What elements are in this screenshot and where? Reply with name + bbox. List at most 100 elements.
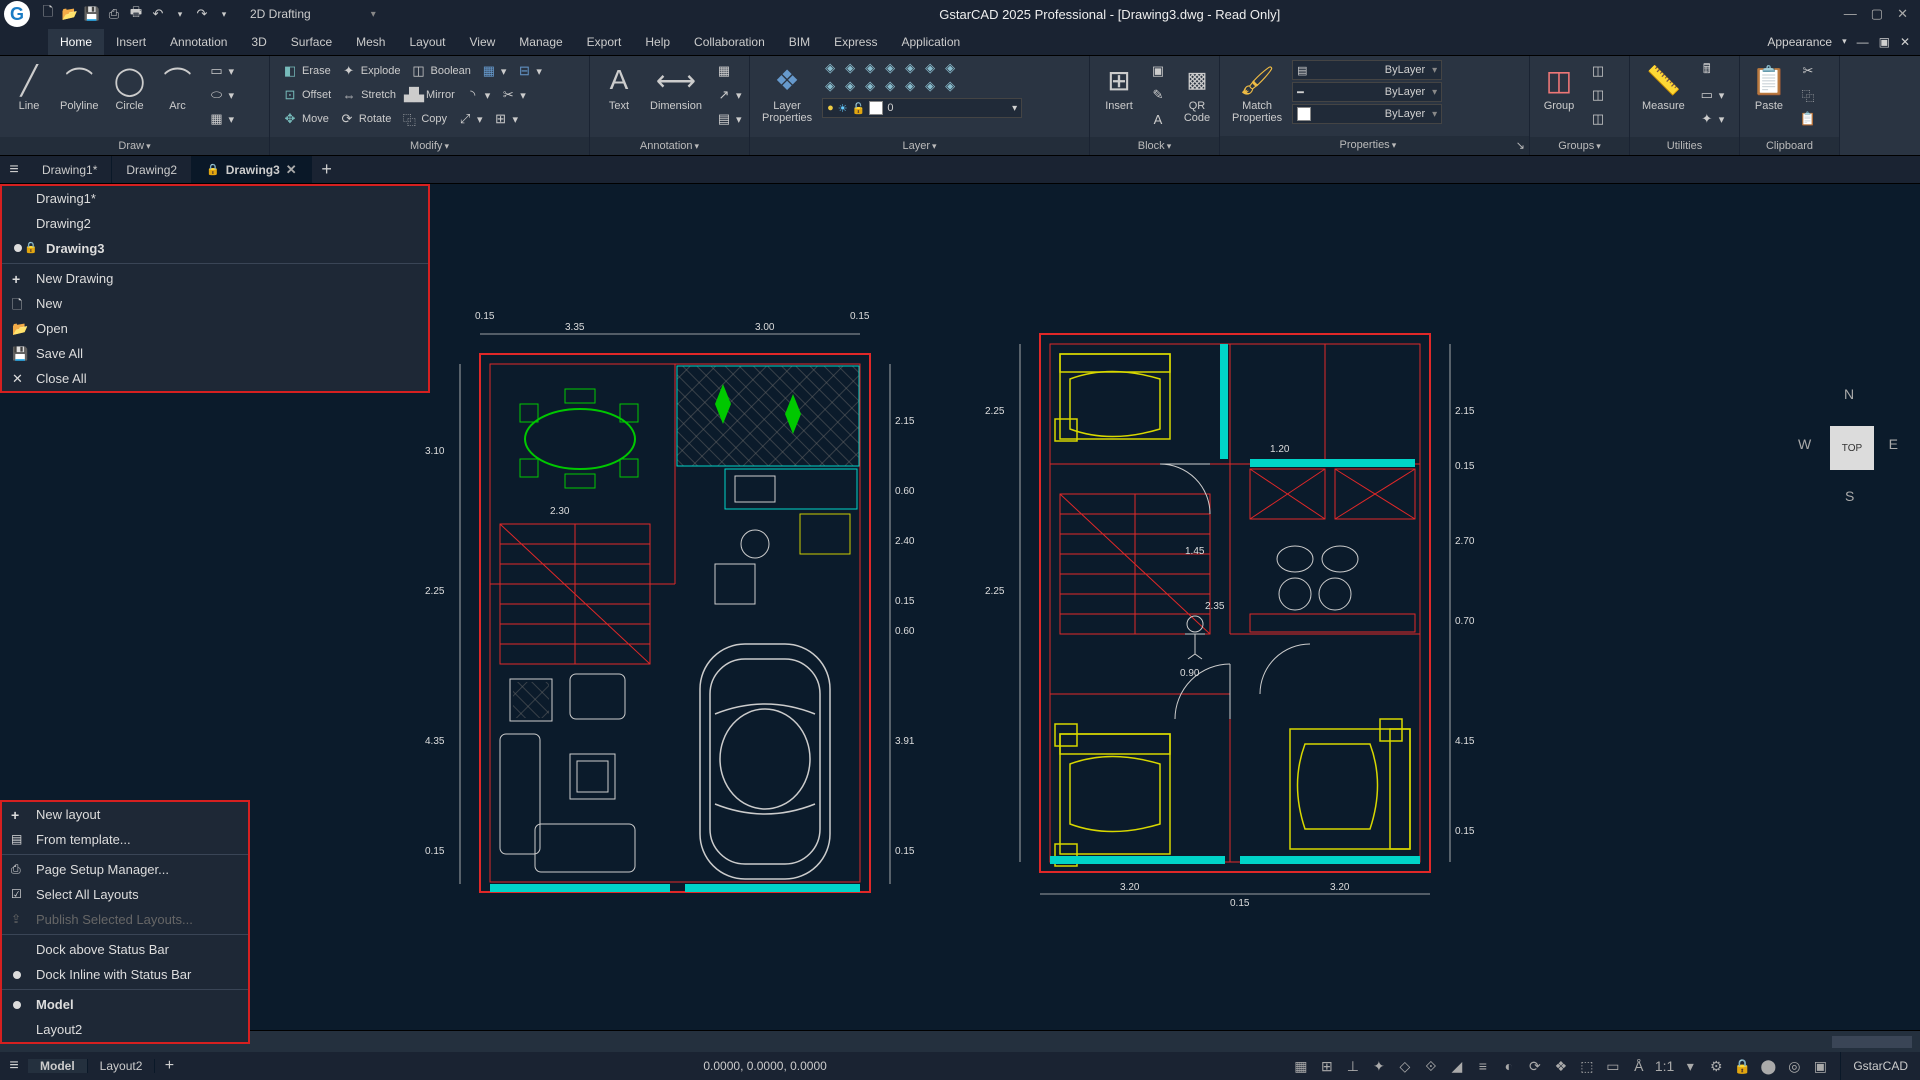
hatch-button[interactable]: ▦▾	[205, 108, 239, 130]
tab-list-button[interactable]: ≡	[0, 156, 28, 183]
redo-dropdown-icon[interactable]: ▾	[216, 6, 232, 22]
app-logo[interactable]: G	[4, 1, 30, 27]
viewcube-west[interactable]: W	[1798, 436, 1811, 452]
doclist-close-all[interactable]: ✕Close All	[2, 366, 428, 391]
color-combo[interactable]: ▤ByLayer	[1292, 60, 1442, 80]
ctx-from-template[interactable]: ▤From template...	[2, 827, 248, 852]
measure-button[interactable]: 📏Measure	[1638, 60, 1689, 114]
command-line[interactable]	[0, 1030, 1920, 1052]
3dosnap-icon[interactable]: ❖	[1551, 1056, 1571, 1076]
boolean-button[interactable]: ◫Boolean	[407, 60, 475, 82]
ellipse-button[interactable]: ⬭▾	[205, 84, 239, 106]
insert-button[interactable]: ⊞Insert	[1098, 60, 1140, 114]
scale-label[interactable]: 1:1	[1655, 1056, 1674, 1076]
block-edit-button[interactable]: ✎	[1146, 84, 1170, 106]
layer-on-icon[interactable]: ◈	[922, 60, 938, 76]
annoscale-icon[interactable]: Å	[1629, 1056, 1649, 1076]
layout-add-button[interactable]: +	[155, 1057, 183, 1075]
layer-match-icon[interactable]: ◈	[942, 60, 958, 76]
menu-home[interactable]: Home	[48, 29, 104, 55]
menu-surface[interactable]: Surface	[279, 29, 344, 55]
doctab-drawing3[interactable]: 🔒 Drawing3 ✕	[192, 156, 312, 183]
table-button[interactable]: ▦	[712, 60, 746, 82]
panel-modify-label[interactable]: Modify	[410, 140, 442, 152]
cut-button[interactable]: ✂	[1796, 60, 1820, 82]
saveas-icon[interactable]: ⎙	[106, 6, 122, 22]
menu-manage[interactable]: Manage	[507, 29, 574, 55]
layer-new-icon[interactable]: ◈	[922, 78, 938, 94]
arc-button[interactable]: ⌒Arc	[157, 60, 199, 114]
panel-block-label[interactable]: Block	[1138, 140, 1165, 152]
viewcube-east[interactable]: E	[1889, 436, 1898, 452]
tab-add-button[interactable]: +	[312, 156, 342, 183]
lineweight-icon[interactable]: ≡	[1473, 1056, 1493, 1076]
block-create-button[interactable]: ▣	[1146, 60, 1170, 82]
array-button[interactable]: ▦▾	[477, 60, 511, 82]
layer-walk-icon[interactable]: ◈	[842, 78, 858, 94]
layer-prev-icon[interactable]: ◈	[822, 78, 838, 94]
doclist-new[interactable]: 🗋New	[2, 291, 428, 316]
viewcube-north[interactable]: N	[1844, 386, 1854, 402]
group-button[interactable]: ◫Group	[1538, 60, 1580, 114]
grid-icon[interactable]: ▦	[1291, 1056, 1311, 1076]
layer-lock-icon[interactable]: ◈	[882, 60, 898, 76]
ortho-icon[interactable]: ⊥	[1343, 1056, 1363, 1076]
minimize-button[interactable]: —	[1844, 6, 1857, 22]
copy-button[interactable]: ⿻Copy	[397, 108, 451, 130]
otrack-icon[interactable]: ⟐	[1421, 1056, 1441, 1076]
rectangle-button[interactable]: ▭▾	[205, 60, 239, 82]
panel-annotation-label[interactable]: Annotation	[640, 140, 693, 152]
panel-groups-label[interactable]: Groups	[1558, 140, 1594, 152]
menu-layout[interactable]: Layout	[397, 29, 457, 55]
ctx-page-setup[interactable]: ⎙Page Setup Manager...	[2, 857, 248, 882]
polyline-button[interactable]: ⌒Polyline	[56, 60, 103, 114]
dimension-button[interactable]: ⟷Dimension	[646, 60, 706, 114]
leader-button[interactable]: ↗▾	[712, 84, 746, 106]
point-button[interactable]: ✦▾	[1695, 108, 1729, 130]
trim-button[interactable]: ✂▾	[496, 84, 530, 106]
layer-combo[interactable]: ● ☀ 🔓 0 ▾	[822, 98, 1022, 118]
ungroup-button[interactable]: ◫	[1586, 60, 1610, 82]
layer-state-icon[interactable]: ◈	[822, 60, 838, 76]
panel-properties-label[interactable]: Properties	[1340, 139, 1390, 151]
doc-restore-icon[interactable]: ▣	[1879, 35, 1890, 49]
polar-icon[interactable]: ✦	[1369, 1056, 1389, 1076]
move-button[interactable]: ✥Move	[278, 108, 333, 130]
mirror-button[interactable]: ▟▙Mirror	[402, 84, 459, 106]
lock-ui-icon[interactable]: 🔒	[1732, 1056, 1752, 1076]
align-button[interactable]: ⊟▾	[512, 60, 546, 82]
ctx-new-layout[interactable]: +New layout	[2, 802, 248, 827]
panel-draw-label[interactable]: Draw	[118, 140, 144, 152]
group-edit-button[interactable]: ◫	[1586, 84, 1610, 106]
paste-special-button[interactable]: 📋	[1796, 108, 1820, 130]
scale-button[interactable]: ⤢▾	[453, 108, 487, 130]
offset-button[interactable]: ⊡Offset	[278, 84, 335, 106]
layer-freeze-icon[interactable]: ◈	[862, 60, 878, 76]
doclist-open[interactable]: 📂Open	[2, 316, 428, 341]
doclist-item-drawing1[interactable]: Drawing1*	[2, 186, 428, 211]
menu-bim[interactable]: BIM	[777, 29, 822, 55]
ducs-icon[interactable]: ⬚	[1577, 1056, 1597, 1076]
redo-icon[interactable]: ↷	[194, 6, 210, 22]
layer-more-icon[interactable]: ◈	[942, 78, 958, 94]
tab-close-icon[interactable]: ✕	[286, 162, 297, 178]
calc-button[interactable]: 🖩	[1695, 60, 1729, 82]
group-select-button[interactable]: ◫	[1586, 108, 1610, 130]
print-icon[interactable]: 🖶	[128, 6, 144, 22]
menu-mesh[interactable]: Mesh	[344, 29, 397, 55]
menu-insert[interactable]: Insert	[104, 29, 158, 55]
match-properties-button[interactable]: 🖌Match Properties	[1228, 60, 1286, 126]
menu-export[interactable]: Export	[575, 29, 634, 55]
ctx-model[interactable]: Model	[2, 992, 248, 1017]
doclist-save-all[interactable]: 💾Save All	[2, 341, 428, 366]
workspace-selector[interactable]: 2D Drafting	[250, 7, 311, 21]
layout-tab-model[interactable]: Model	[28, 1059, 88, 1073]
dynamic-icon[interactable]: ◢	[1447, 1056, 1467, 1076]
new-icon[interactable]: 🗋	[40, 6, 56, 22]
mtext-button[interactable]: ▤▾	[712, 108, 746, 130]
layer-properties-button[interactable]: ❖Layer Properties	[758, 60, 816, 126]
undo-icon[interactable]: ↶	[150, 6, 166, 22]
menu-help[interactable]: Help	[633, 29, 682, 55]
panel-clipboard-label[interactable]: Clipboard	[1766, 140, 1813, 152]
qrcode-button[interactable]: ▩QR Code	[1176, 60, 1218, 126]
